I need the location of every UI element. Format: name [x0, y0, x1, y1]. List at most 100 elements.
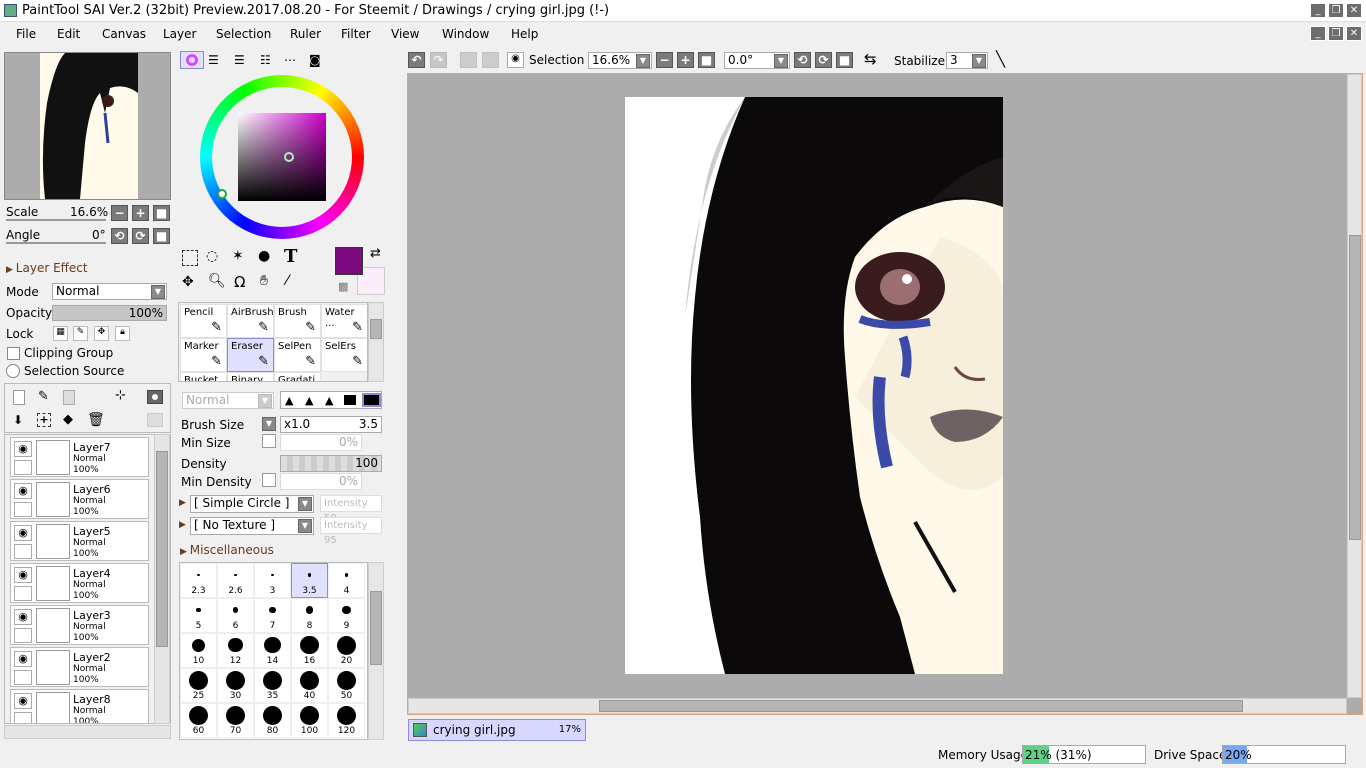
brush-size-preset[interactable]: 25 [180, 668, 217, 703]
zoom-tool-icon[interactable]: 🔍︎ [208, 273, 226, 289]
layer-row[interactable]: ◉ Layer4 Normal 100% [10, 563, 149, 603]
flip-horizontal-icon[interactable]: ⇆ [864, 50, 877, 68]
rgb-slider-tab[interactable]: ☰ [208, 53, 219, 67]
lock-transparency-icon[interactable]: ▦ [53, 326, 68, 341]
blend-mode-select[interactable]: Normal ▼ [52, 283, 167, 300]
hue-cursor[interactable] [217, 189, 227, 199]
menu-file[interactable]: File [16, 27, 36, 41]
color-history-tab[interactable]: ◙ [309, 53, 321, 67]
texture-intensity-slider[interactable]: Intensity 95 [320, 517, 382, 546]
color-wheel-tab[interactable] [180, 51, 204, 69]
zoom-in-button[interactable]: + [132, 205, 149, 221]
layer-visibility-eye-icon[interactable]: ◉ [14, 651, 32, 667]
zoom-reset-button[interactable]: ■ [153, 205, 170, 221]
brush-size-preset[interactable]: 8 [291, 598, 328, 633]
redo-button[interactable]: ↷ [430, 52, 447, 68]
new-layer-icon[interactable] [13, 390, 25, 405]
toolbar-zoom-reset-button[interactable]: ■ [698, 52, 715, 68]
layer-select-checkbox[interactable] [14, 460, 32, 475]
rect-select-icon[interactable] [182, 250, 198, 266]
primary-color-swatch[interactable] [335, 247, 363, 275]
tool-airbrush[interactable]: AirBrush ✎ [227, 304, 274, 338]
shape-intensity-slider[interactable]: Intensity 50 [320, 495, 382, 524]
brush-size-preset[interactable]: 3.5 [291, 563, 328, 598]
toolbar-zoom-in-button[interactable]: + [677, 52, 694, 68]
brush-size-preset[interactable]: 3 [254, 563, 291, 598]
brush-size-preset[interactable]: 70 [217, 703, 254, 738]
invert-selection-button[interactable] [482, 52, 499, 68]
lock-paint-icon[interactable]: ✎ [73, 326, 88, 341]
brush-size-preset[interactable]: 12 [217, 633, 254, 668]
shape-expand-icon[interactable]: ▶ [179, 498, 186, 508]
scratchpad-tab[interactable]: ⋯ [284, 53, 296, 67]
layer-list-hscrollbar[interactable] [4, 725, 171, 739]
sv-cursor[interactable] [284, 152, 294, 162]
menu-selection[interactable]: Selection [216, 27, 271, 41]
layer-visibility-eye-icon[interactable]: ◉ [14, 609, 32, 625]
brush-size-preset[interactable]: 2.3 [180, 563, 217, 598]
deselect-button[interactable] [460, 52, 477, 68]
layer-select-checkbox[interactable] [14, 628, 32, 643]
brush-size-multiplier-dropdown[interactable]: ▼ [262, 417, 276, 431]
rotate-left-button[interactable]: ⟲ [111, 228, 128, 244]
layer-row[interactable]: ◉ Layer7 Normal 100% [10, 437, 149, 477]
tool-bucket[interactable]: Bucket✎ [180, 372, 227, 381]
tool-selers[interactable]: SelErs ✎ [321, 338, 367, 372]
min-density-checkbox[interactable] [262, 473, 276, 487]
lock-move-icon[interactable]: ✥ [94, 326, 109, 341]
magic-wand-icon[interactable]: ✶ [232, 248, 244, 264]
zoom-select[interactable]: 16.6% ▼ [588, 52, 652, 69]
brush-size-preset[interactable]: 20 [328, 633, 365, 668]
menu-window[interactable]: Window [442, 27, 489, 41]
navigator-preview[interactable] [4, 52, 171, 200]
show-selection-eye-icon[interactable]: ◉ [507, 52, 524, 68]
tool-gradati[interactable]: Gradati...✎ [274, 372, 321, 381]
canvas-horizontal-scrollbar[interactable] [408, 698, 1347, 714]
clipping-group-checkbox[interactable] [7, 347, 20, 360]
brush-size-preset[interactable]: 9 [328, 598, 365, 633]
brush-size-preset[interactable]: 16 [291, 633, 328, 668]
layer-list-scrollbar[interactable] [154, 434, 170, 724]
shape-icon[interactable]: ● [258, 248, 270, 264]
layer-visibility-eye-icon[interactable]: ◉ [14, 441, 32, 457]
brush-texture-select[interactable]: [ No Texture ] ▼ [190, 517, 314, 535]
hsv-slider-tab[interactable]: ☰ [234, 53, 245, 67]
layer-select-checkbox[interactable] [14, 586, 32, 601]
tool-eraser[interactable]: Eraser ✎ [227, 338, 274, 372]
rotate-right-button[interactable]: ⟳ [132, 228, 149, 244]
brush-size-preset[interactable]: 100 [291, 703, 328, 738]
selection-source-radio[interactable] [6, 364, 20, 378]
brush-blend-mode-select[interactable]: Normal ▼ [182, 392, 274, 409]
layer-select-checkbox[interactable] [14, 544, 32, 559]
layer-row[interactable]: ◉ Layer8 Normal 100% [10, 689, 149, 723]
toolbar-rotate-right-button[interactable]: ⟳ [815, 52, 832, 68]
brush-size-preset[interactable]: 50 [328, 668, 365, 703]
layer-row[interactable]: ◉ Layer6 Normal 100% [10, 479, 149, 519]
document-tab[interactable]: crying girl.jpg 17% [408, 719, 586, 741]
tool-pencil[interactable]: Pencil ✎ [180, 304, 227, 338]
saturation-value-square[interactable] [238, 113, 326, 201]
merge-down-icon[interactable]: ⬇ [13, 413, 23, 427]
toolbar-zoom-out-button[interactable]: − [656, 52, 673, 68]
menu-edit[interactable]: Edit [57, 27, 80, 41]
transparent-color-icon[interactable]: ▩ [338, 280, 348, 293]
tool-grid-scrollbar[interactable] [368, 302, 384, 382]
brush-size-slider[interactable]: x1.0 3.5 [280, 416, 382, 433]
zoom-out-button[interactable]: − [111, 205, 128, 221]
tool-water[interactable]: Water ... ✎ [321, 304, 367, 338]
lasso-icon[interactable]: ◌ [206, 248, 218, 264]
menu-filter[interactable]: Filter [341, 27, 371, 41]
density-slider[interactable]: 100 [280, 455, 382, 472]
layer-visibility-eye-icon[interactable]: ◉ [14, 483, 32, 499]
angle-slider[interactable] [6, 242, 106, 244]
brush-size-preset[interactable]: 6 [217, 598, 254, 633]
restore-button[interactable]: ❐ [1328, 3, 1344, 18]
brush-edge-selector[interactable]: ▲ ▲ ▲ [280, 391, 382, 409]
brush-size-preset[interactable]: 7 [254, 598, 291, 633]
toolbar-rotate-reset-button[interactable]: ■ [836, 52, 853, 68]
layer-select-checkbox[interactable] [14, 712, 32, 723]
texture-expand-icon[interactable]: ▶ [179, 520, 186, 530]
menu-canvas[interactable]: Canvas [102, 27, 146, 41]
color-wheel[interactable] [200, 75, 364, 239]
move-icon[interactable]: ✥ [182, 274, 194, 290]
